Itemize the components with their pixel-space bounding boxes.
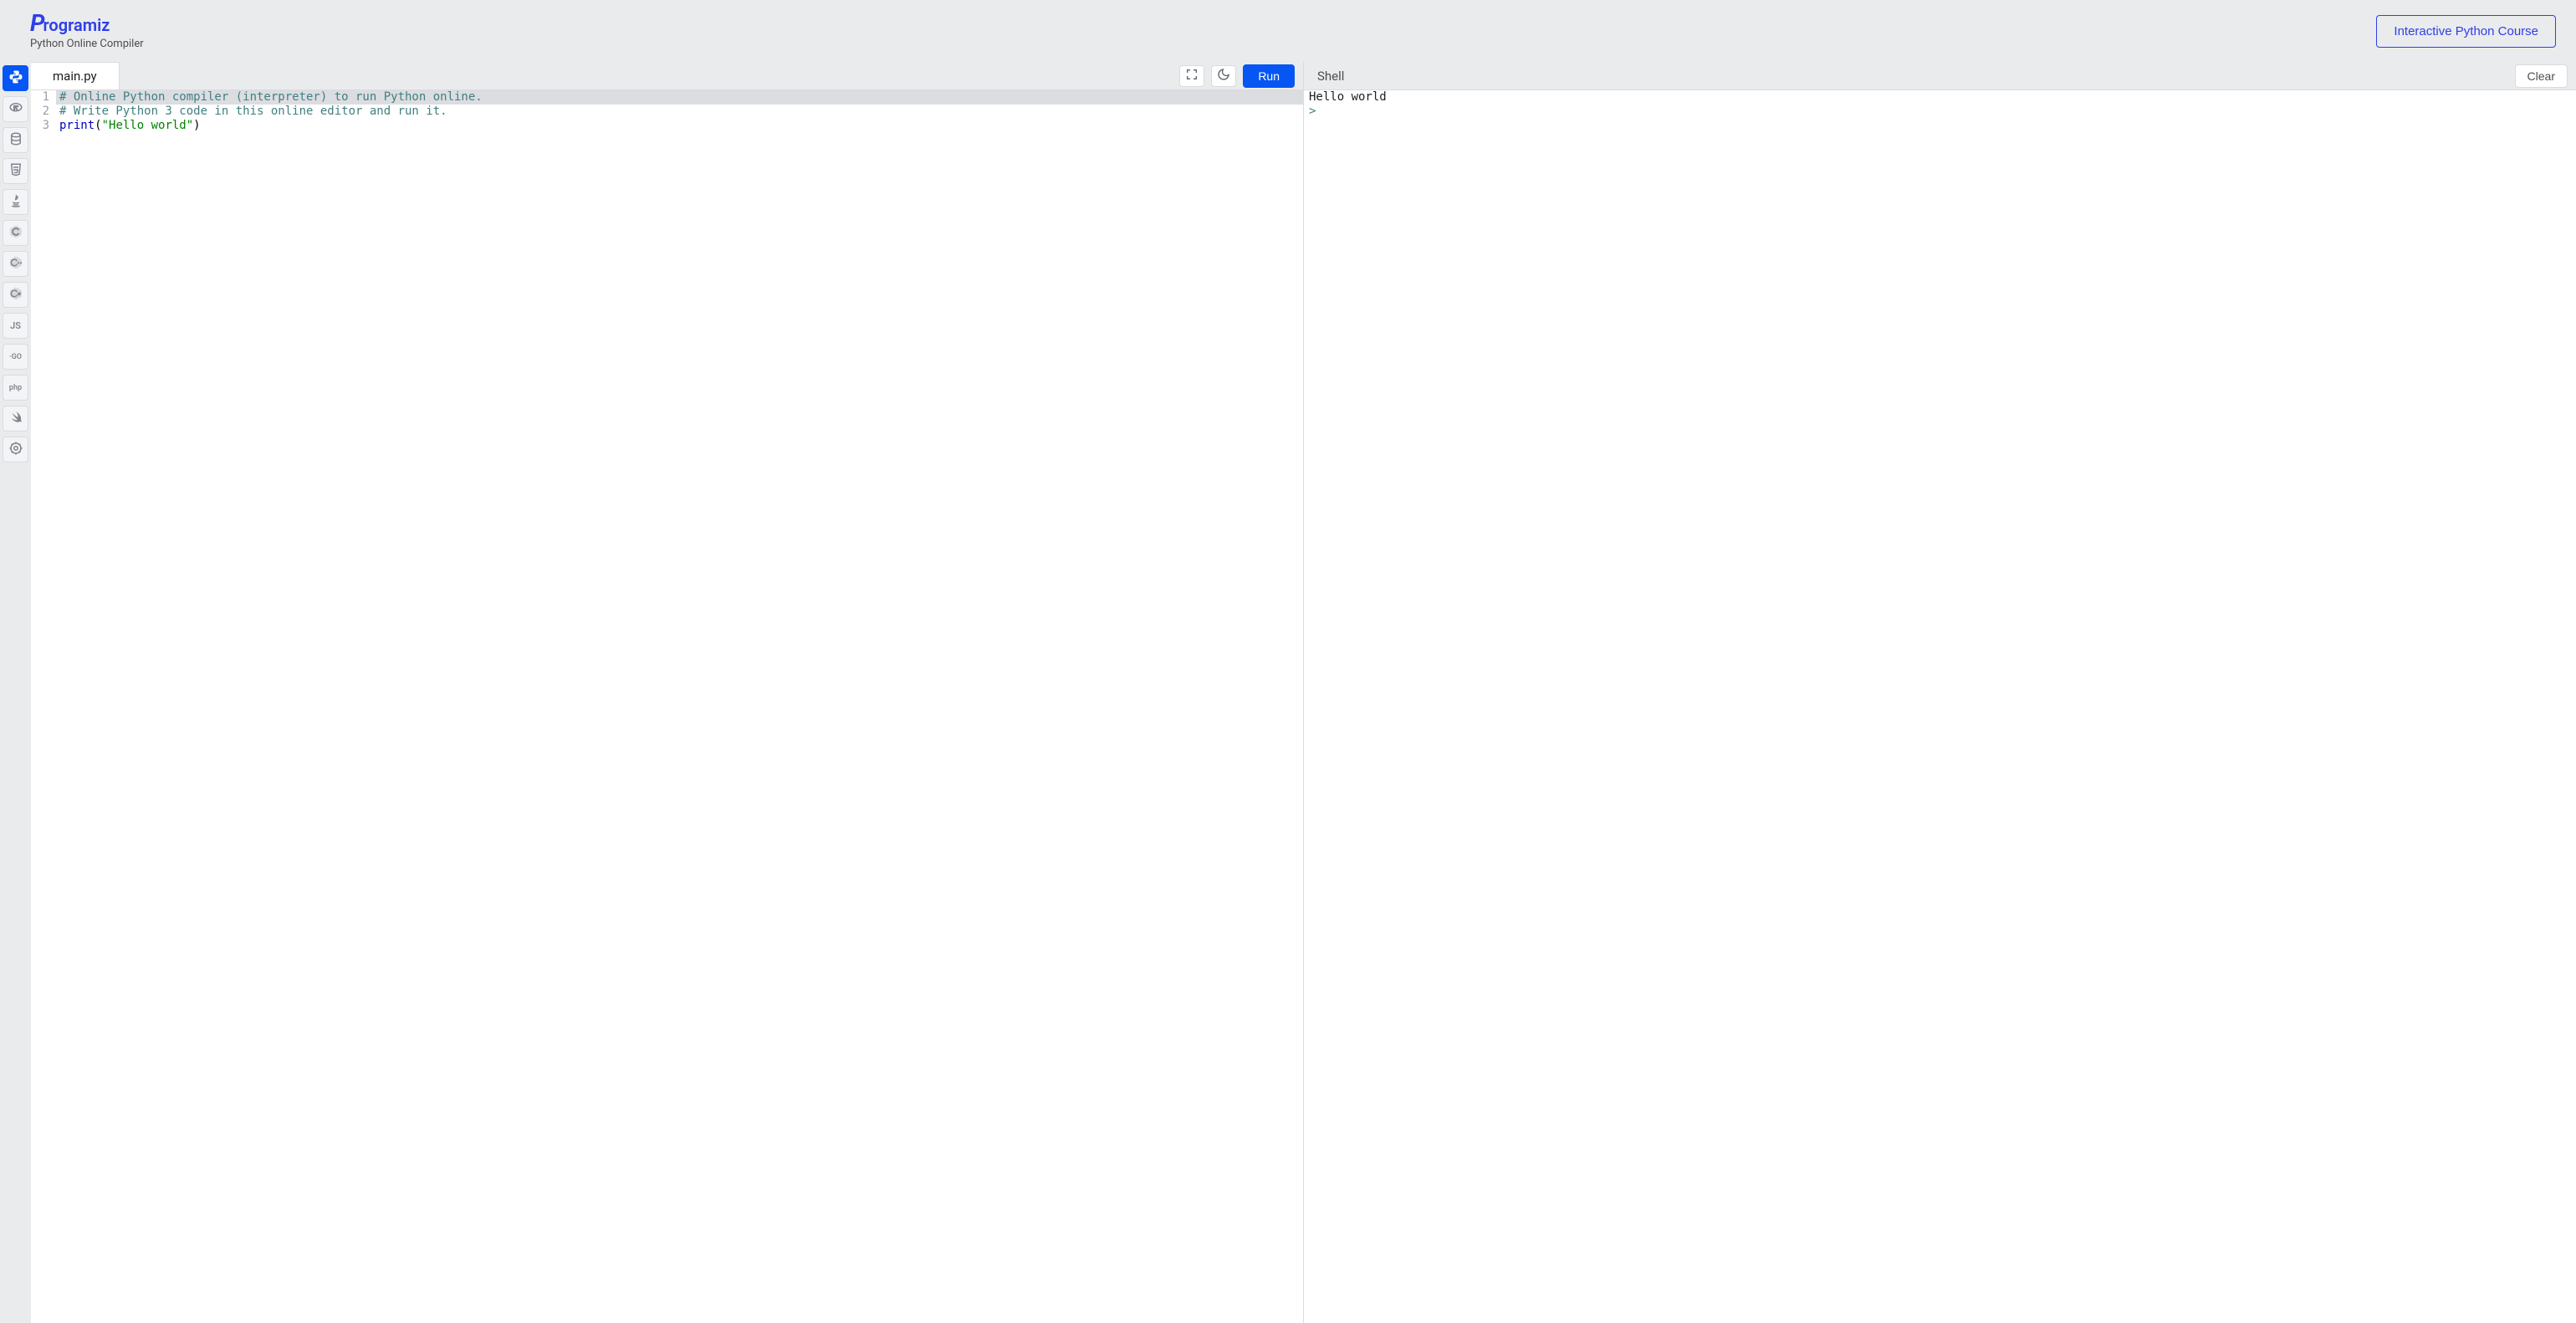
sidebar-lang-php[interactable]: php (3, 375, 28, 401)
sidebar-lang-sql[interactable] (3, 127, 28, 153)
brand: P rogramiz Python Online Compiler (30, 12, 144, 50)
workspace: JS ·GO php main.py (0, 62, 2576, 1323)
fullscreen-button[interactable] (1179, 65, 1204, 87)
sidebar-lang-r[interactable] (3, 96, 28, 122)
shell-panel: Shell Clear Hello world > (1304, 62, 2576, 1323)
sql-icon (8, 131, 23, 150)
java-icon (8, 193, 23, 212)
sidebar-lang-java[interactable] (3, 189, 28, 215)
clear-button[interactable]: Clear (2515, 64, 2568, 88)
code-line: # Online Python compiler (interpreter) t… (56, 90, 1303, 105)
shell-title: Shell (1304, 62, 1357, 89)
header: P rogramiz Python Online Compiler Intera… (0, 0, 2576, 62)
c-icon (8, 224, 23, 243)
panels: main.py Run (31, 62, 2576, 1323)
swift-icon (8, 410, 23, 428)
html-icon (8, 162, 23, 181)
sidebar-lang-cpp[interactable] (3, 251, 28, 277)
interactive-course-button[interactable]: Interactive Python Course (2376, 15, 2556, 48)
line-number-gutter: 123 (31, 90, 56, 1323)
sidebar-lang-swift[interactable] (3, 406, 28, 432)
line-number: 1 (31, 90, 49, 105)
csharp-icon (8, 286, 23, 304)
cpp-icon (8, 255, 23, 273)
line-number: 3 (31, 119, 49, 133)
language-sidebar: JS ·GO php (0, 62, 31, 1323)
brand-logo[interactable]: P rogramiz (30, 12, 144, 35)
file-tab[interactable]: main.py (31, 62, 120, 89)
line-number: 2 (31, 105, 49, 119)
brand-logo-text: rogramiz (43, 15, 110, 35)
shell-output-line: Hello world (1309, 90, 2571, 105)
python-icon (8, 69, 23, 88)
moon-icon (1217, 68, 1230, 84)
code-line: print("Hello world") (56, 119, 1303, 133)
toolbar-spacer (120, 62, 1180, 89)
rust-icon (8, 441, 23, 459)
r-icon (8, 100, 23, 119)
fullscreen-icon (1185, 68, 1199, 84)
run-button[interactable]: Run (1243, 64, 1295, 88)
sidebar-lang-js[interactable]: JS (3, 313, 28, 339)
sidebar-lang-python[interactable] (3, 65, 28, 91)
code-lines: # Online Python compiler (interpreter) t… (56, 90, 1303, 1323)
toolbar-spacer (1357, 62, 2514, 89)
code-line: # Write Python 3 code in this online edi… (56, 105, 1303, 119)
sidebar-lang-rust[interactable] (3, 437, 28, 462)
shell-output[interactable]: Hello world > (1304, 90, 2576, 1323)
sidebar-lang-go[interactable]: ·GO (3, 344, 28, 370)
shell-prompt: > (1309, 105, 2571, 119)
code-editor[interactable]: 123 # Online Python compiler (interprete… (31, 90, 1303, 1323)
editor-panel: main.py Run (31, 62, 1304, 1323)
shell-toolbar: Shell Clear (1304, 62, 2576, 90)
sidebar-lang-csharp[interactable] (3, 282, 28, 308)
sidebar-lang-html[interactable] (3, 158, 28, 184)
theme-toggle-button[interactable] (1211, 65, 1236, 87)
sidebar-lang-c[interactable] (3, 220, 28, 246)
page-title: Python Online Compiler (30, 38, 144, 50)
editor-toolbar: main.py Run (31, 62, 1303, 90)
